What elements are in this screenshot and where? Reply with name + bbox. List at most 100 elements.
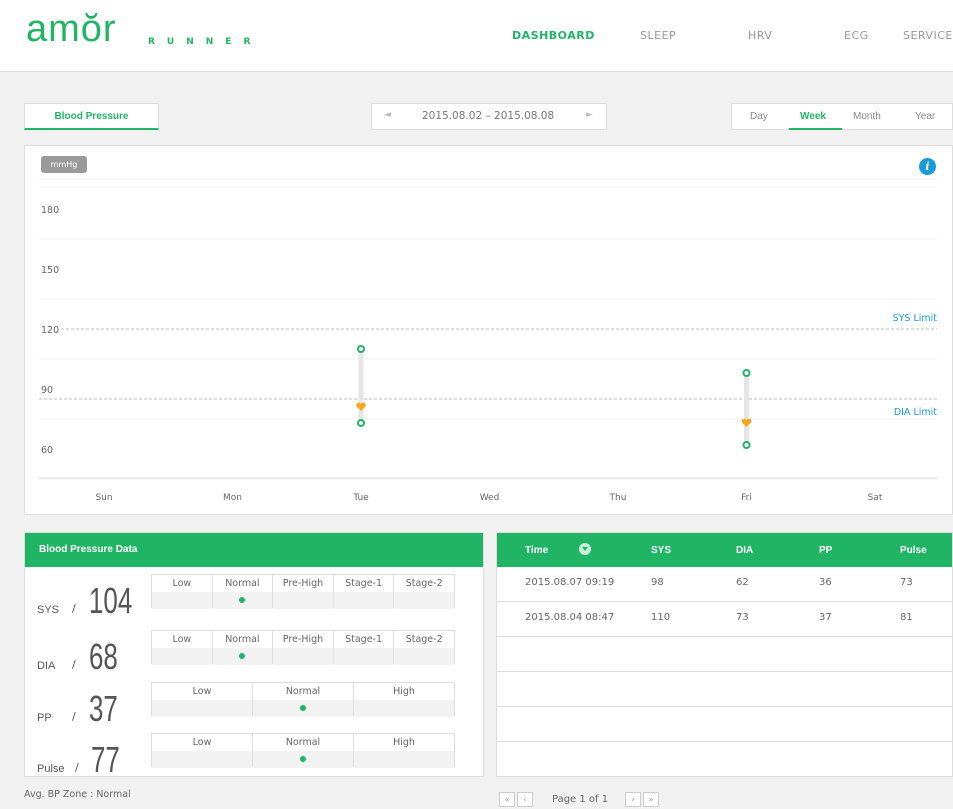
zone-bar xyxy=(152,648,212,665)
table-row xyxy=(497,707,953,742)
zone-cell: Low xyxy=(152,683,253,717)
triangle-right-icon[interactable]: ► xyxy=(586,110,593,120)
y-tick-label: 120 xyxy=(41,325,59,336)
zone-name: Normal xyxy=(285,737,321,748)
bp-chart-panel: mmHg i 60 90 120 150 180 Sun Mon Tue Wed Thu Fri Sa… xyxy=(24,145,953,515)
zone-bar xyxy=(253,751,353,768)
period-active-underline xyxy=(789,128,842,130)
zone-table: Low Normal Pre-High Stage-1 Stage-2 xyxy=(151,630,455,665)
nav-hrv[interactable]: HRV xyxy=(748,29,772,42)
dia-limit-label: DIA Limit xyxy=(894,407,937,418)
metric-label: SYS xyxy=(37,604,60,616)
zone-bar xyxy=(333,648,394,665)
zone-marker-dot xyxy=(300,705,306,711)
next-page-button[interactable]: › xyxy=(625,792,641,807)
zone-name: Normal xyxy=(225,634,260,645)
period-month[interactable]: Month xyxy=(853,111,881,122)
zone-cell: Normal xyxy=(253,683,354,717)
col-time[interactable]: Time xyxy=(525,545,548,556)
zone-cell: High xyxy=(354,683,454,717)
x-tick-label: Mon xyxy=(223,493,242,503)
table-cell: 36 xyxy=(819,577,832,588)
bp-range-bar xyxy=(744,373,749,445)
nav-ecg[interactable]: ECG xyxy=(844,29,869,42)
prev-page-button[interactable]: ‹ xyxy=(517,792,533,807)
table-row xyxy=(497,672,953,707)
zone-name: Normal xyxy=(285,686,321,697)
period-week[interactable]: Week xyxy=(800,111,826,122)
metric-label: Pulse xyxy=(37,763,65,775)
nav-dashboard[interactable]: DASHBOARD xyxy=(512,29,595,42)
metric-value: 68 xyxy=(89,636,118,677)
y-tick-label: 60 xyxy=(41,445,53,456)
date-range-text: 2015.08.02 – 2015.08.08 xyxy=(422,110,555,122)
nav-service[interactable]: SERVICE xyxy=(903,29,953,42)
table-cell: 98 xyxy=(651,577,664,588)
metric-separator: / xyxy=(72,710,76,723)
period-selector: Day Week Month Year xyxy=(731,103,953,130)
col-dia: DIA xyxy=(736,545,754,556)
tab-blood-pressure[interactable]: Blood Pressure xyxy=(24,103,159,130)
period-year[interactable]: Year xyxy=(915,111,935,122)
zone-cell: Low xyxy=(152,631,213,665)
zone-cell: Pre-High xyxy=(273,631,334,665)
metric-label: PP xyxy=(37,712,52,724)
records-table: Time SYS DIA PP Pulse 2015.08.07 09:19 98… xyxy=(496,532,953,777)
bp-data-title: Blood Pressure Data xyxy=(25,533,483,567)
y-tick-label: 150 xyxy=(41,265,59,276)
metric-separator: / xyxy=(72,602,76,615)
period-day[interactable]: Day xyxy=(750,111,768,122)
zone-name: High xyxy=(393,686,415,697)
zone-cell: Stage-1 xyxy=(333,575,395,609)
bp-data-panel: Blood Pressure Data SYS / 104 Low Normal Pre-… xyxy=(24,532,485,780)
zone-table: Low Normal High xyxy=(151,733,455,768)
zone-marker-dot xyxy=(300,756,306,762)
bp-range-bar xyxy=(358,349,364,423)
zone-name: Normal xyxy=(225,578,260,589)
zone-bar xyxy=(354,700,454,717)
zone-table: Low Normal Pre-High Stage-1 Stage-2 xyxy=(151,574,455,609)
x-tick-label: Tue xyxy=(352,493,369,503)
triangle-left-icon[interactable]: ◄ xyxy=(384,110,391,120)
zone-bar xyxy=(152,751,252,768)
zone-table: Low Normal High xyxy=(151,682,455,717)
metric-row-0: SYS / 104 Low Normal Pre-High Stage-1 Stage-2 xyxy=(25,570,485,621)
x-tick-label: Sat xyxy=(868,493,883,503)
zone-name: Stage-1 xyxy=(345,634,383,645)
metric-separator: / xyxy=(75,761,79,774)
avg-bp-zone: Avg. BP Zone : Normal xyxy=(24,789,131,800)
zone-name: Low xyxy=(192,737,212,748)
sys-point xyxy=(742,369,751,377)
zone-bar xyxy=(273,592,333,609)
metric-value: 77 xyxy=(91,739,120,780)
zone-marker-dot xyxy=(239,653,246,659)
zone-bar xyxy=(394,592,454,609)
zone-bar xyxy=(394,648,454,665)
zone-bar xyxy=(212,592,273,609)
metric-label: DIA xyxy=(37,660,56,672)
zone-name: Low xyxy=(172,578,192,589)
table-row xyxy=(497,637,953,672)
y-tick-label: 90 xyxy=(41,385,53,396)
table-row[interactable]: 2015.08.04 08:47 110 73 37 81 xyxy=(497,602,953,637)
table-cell: 37 xyxy=(819,612,832,623)
first-page-button[interactable]: « xyxy=(499,792,515,807)
y-tick-label: 180 xyxy=(41,205,59,216)
records-header: Time SYS DIA PP Pulse xyxy=(497,533,952,567)
last-page-button[interactable]: » xyxy=(643,792,659,807)
nav-sleep[interactable]: SLEEP xyxy=(640,29,676,42)
sys-limit-label: SYS Limit xyxy=(893,313,938,324)
zone-name: Pre-High xyxy=(282,634,324,645)
logo[interactable]: amŏr xyxy=(26,8,117,51)
table-row[interactable]: 2015.08.07 09:19 98 62 36 73 xyxy=(497,567,953,602)
zone-name: Stage-2 xyxy=(405,634,443,645)
zone-cell: High xyxy=(354,734,454,768)
sort-down-icon[interactable] xyxy=(579,543,591,555)
bp-chart: 60 90 120 150 180 Sun Mon Tue Wed Thu Fri Sat SYS Li… xyxy=(39,178,938,503)
zone-bar xyxy=(273,648,333,665)
zone-cell: Stage-2 xyxy=(394,631,454,665)
zone-cell: Low xyxy=(152,734,253,768)
metric-row-3: Pulse / 77 Low Normal High xyxy=(25,729,485,780)
dia-point xyxy=(742,441,751,449)
table-cell: 110 xyxy=(651,612,671,623)
